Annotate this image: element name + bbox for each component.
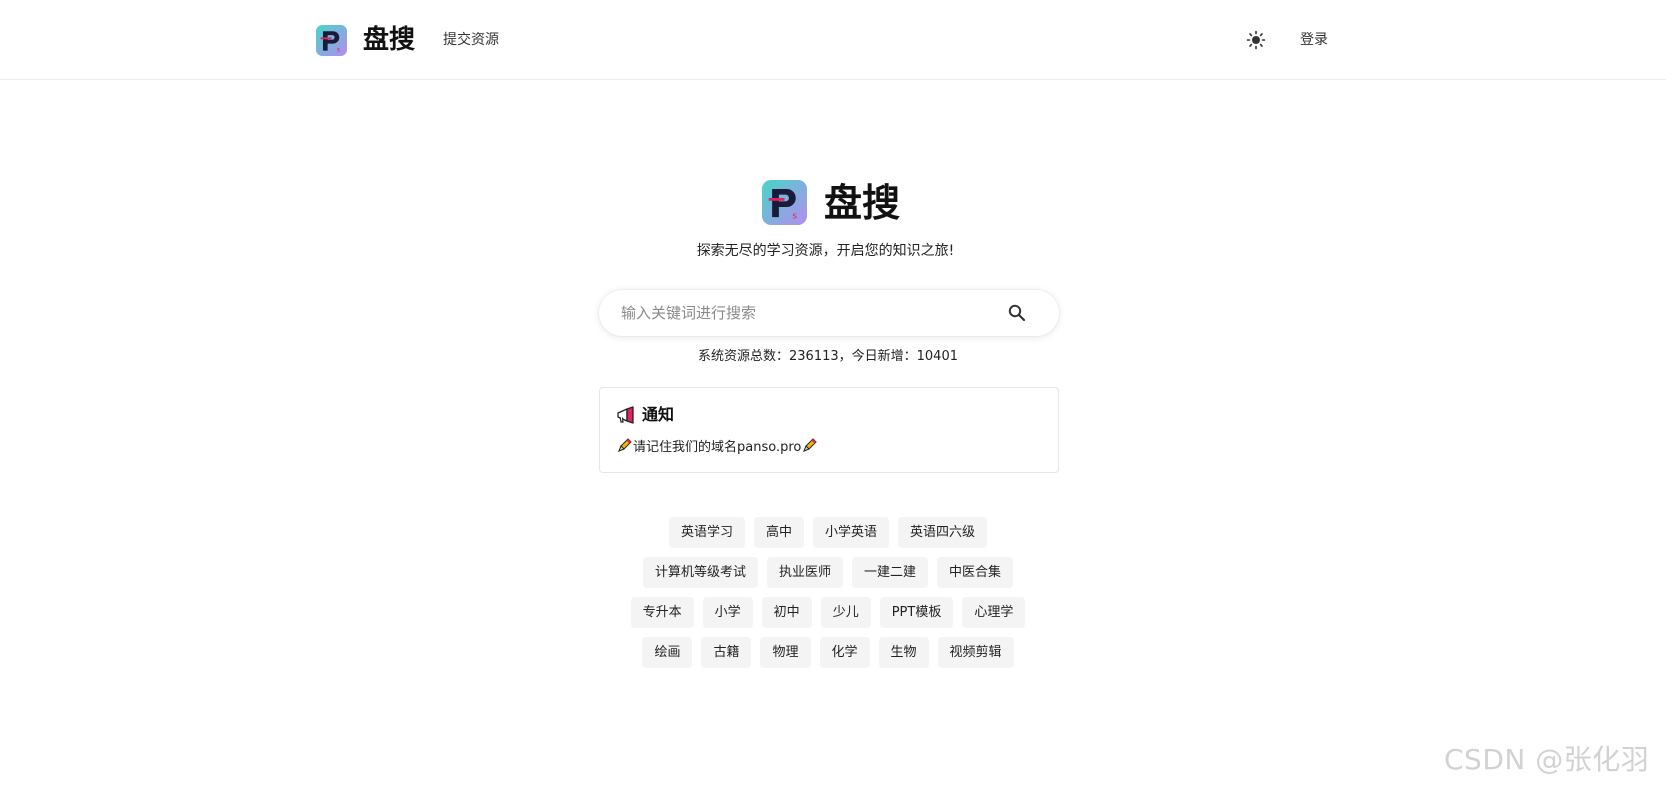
login-link[interactable]: 登录	[1300, 30, 1328, 50]
notice-card: 通知 请记住我们的域名panso.pro	[599, 387, 1059, 473]
ps-logo-icon[interactable]: s	[316, 25, 347, 56]
tag-biology[interactable]: 生物	[878, 637, 929, 668]
tag-painting[interactable]: 绘画	[642, 637, 693, 668]
tag-constructor[interactable]: 一建二建	[852, 557, 929, 588]
tag-cet[interactable]: 英语四六级	[898, 517, 988, 548]
tag-row-4: 绘画 古籍 物理 化学 生物 视频剪辑	[0, 637, 1656, 668]
tag-psychology[interactable]: 心理学	[962, 597, 1026, 628]
tag-video-editing[interactable]: 视频剪辑	[937, 637, 1014, 668]
notice-message-row: 请记住我们的域名panso.pro	[616, 435, 818, 455]
notice-message: 请记住我们的域名panso.pro	[633, 439, 802, 455]
tag-physics[interactable]: 物理	[760, 637, 811, 668]
top-nav-bar: s 盘搜 提交资源 登录	[0, 0, 1666, 80]
tag-junior-high[interactable]: 初中	[761, 597, 812, 628]
search-input[interactable]	[619, 290, 999, 336]
tag-primary-school[interactable]: 小学	[702, 597, 753, 628]
tag-physician[interactable]: 执业医师	[766, 557, 843, 588]
megaphone-icon	[617, 406, 634, 424]
svg-text:s: s	[792, 211, 797, 221]
hero-title: 盘搜	[824, 181, 901, 225]
tag-high-school[interactable]: 高中	[753, 517, 804, 548]
brand-title[interactable]: 盘搜	[363, 23, 415, 57]
tag-children[interactable]: 少儿	[820, 597, 871, 628]
search-box	[599, 290, 1059, 336]
notice-title: 通知	[642, 405, 675, 424]
tag-chemistry[interactable]: 化学	[819, 637, 870, 668]
tag-ppt-template[interactable]: PPT模板	[879, 597, 954, 628]
tag-row-2: 计算机等级考试 执业医师 一建二建 中医合集	[0, 557, 1656, 588]
notice-header: 通知	[616, 404, 674, 426]
tag-row-3: 专升本 小学 初中 少儿 PPT模板 心理学	[0, 597, 1656, 628]
svg-text:s: s	[337, 46, 340, 53]
sun-icon[interactable]	[1246, 30, 1266, 50]
tag-upgrade-degree[interactable]: 专升本	[630, 597, 694, 628]
ps-logo-icon: s	[762, 180, 807, 225]
pencil-icon	[803, 437, 818, 452]
pencil-icon	[618, 437, 632, 452]
submit-resource-link[interactable]: 提交资源	[443, 30, 499, 50]
hero-tagline: 探索无尽的学习资源，开启您的知识之旅!	[696, 243, 955, 259]
tag-tcm[interactable]: 中医合集	[937, 557, 1014, 588]
tag-computer-exam[interactable]: 计算机等级考试	[642, 557, 758, 588]
tag-english-learning[interactable]: 英语学习	[668, 517, 745, 548]
search-icon[interactable]	[1007, 303, 1027, 323]
tag-primary-english[interactable]: 小学英语	[813, 517, 890, 548]
tag-ancient-books[interactable]: 古籍	[701, 637, 752, 668]
tag-row-1: 英语学习 高中 小学英语 英语四六级	[0, 517, 1656, 548]
watermark: CSDN @张化羽	[1444, 743, 1650, 776]
resource-stats: 系统资源总数：236113，今日新增：10401	[698, 349, 958, 364]
